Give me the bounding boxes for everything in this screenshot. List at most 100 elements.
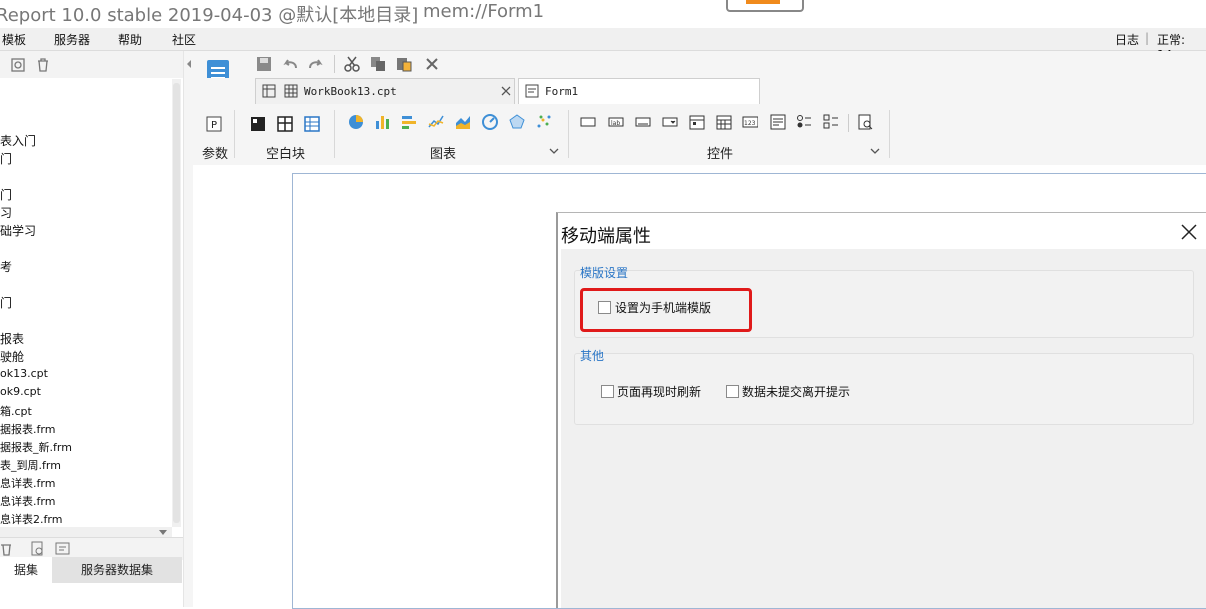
tree-item[interactable]: 习: [0, 204, 12, 221]
menu-template[interactable]: 模板: [2, 31, 26, 48]
button-widget-icon[interactable]: [635, 114, 651, 130]
text-field-icon[interactable]: [580, 114, 596, 130]
radio-group-icon[interactable]: [796, 114, 812, 130]
line-chart-icon[interactable]: [428, 114, 444, 130]
unsaved-warning-label[interactable]: 数据未提交离开提示: [742, 383, 850, 400]
workbook-icon: [284, 84, 298, 98]
title-bar: Report 10.0 stable 2019-04-03 @默认[本地目录] …: [0, 0, 1206, 27]
menu-server[interactable]: 服务器: [54, 31, 90, 48]
main-toolbar: [193, 51, 1206, 78]
tab-close-icon[interactable]: [500, 85, 512, 97]
label-icon[interactable]: lab: [608, 114, 624, 130]
param-group-label: 参数: [202, 147, 229, 162]
dialog-title: 移动端属性: [561, 226, 651, 247]
widget-toolbar: P 参数 空白块 图表 lab 123 控件: [193, 104, 1206, 166]
tree-item[interactable]: 门: [0, 150, 12, 167]
refresh-on-reshow-checkbox[interactable]: [601, 385, 614, 398]
tree-item[interactable]: 息详表2.frm: [0, 511, 62, 527]
collapse-icon[interactable]: [185, 59, 193, 69]
control-group-label: 控件: [707, 147, 734, 162]
document-tabs: WorkBook13.cpt Form1: [193, 78, 1206, 105]
checkbox-group-icon[interactable]: [823, 114, 839, 130]
tree-item[interactable]: 据报表.frm: [0, 421, 55, 437]
menu-bar: 模板 服务器 帮助 社区 日志 | 正常: 14:: [0, 28, 1206, 62]
copy-icon[interactable]: [369, 55, 387, 73]
log-link[interactable]: 日志: [1115, 31, 1139, 48]
window-title: Report 10.0 stable 2019-04-03 @默认[本地目录]: [0, 5, 419, 26]
template-settings-legend: 模版设置: [580, 266, 629, 280]
tree-item[interactable]: 表_到周.frm: [0, 457, 61, 473]
preview-icon[interactable]: [30, 541, 46, 557]
undo-icon[interactable]: [281, 55, 299, 73]
chart-group-label: 图表: [430, 147, 457, 162]
close-icon[interactable]: [1178, 221, 1200, 243]
scatter-chart-icon[interactable]: [536, 114, 552, 130]
tree-item[interactable]: 驶舱: [0, 348, 24, 365]
date-widget-icon[interactable]: [689, 114, 705, 130]
refresh-on-reshow-label[interactable]: 页面再现时刷新: [617, 383, 701, 400]
brand-button[interactable]: [726, 0, 804, 12]
scroll-down-icon[interactable]: [158, 528, 168, 536]
unsaved-warning-checkbox[interactable]: [726, 385, 739, 398]
tree-item[interactable]: 表入门: [0, 132, 36, 149]
save-icon[interactable]: [255, 55, 273, 73]
delete-icon[interactable]: [35, 57, 51, 73]
tree-item[interactable]: 础学习: [0, 222, 36, 239]
tab-template-dataset[interactable]: 据集: [0, 557, 52, 583]
tab-block-icon[interactable]: [277, 116, 293, 132]
blank-group-label: 空白块: [266, 147, 306, 162]
tab-workbook-label: WorkBook13.cpt: [304, 85, 397, 98]
tab-server-dataset[interactable]: 服务器数据集: [52, 557, 182, 583]
form-icon: [525, 84, 539, 98]
document-path: mem://Form1: [423, 1, 545, 22]
tree-item[interactable]: 门: [0, 186, 12, 203]
text-area-icon[interactable]: [770, 114, 786, 130]
tree-item[interactable]: 息详表.frm: [0, 493, 55, 509]
radar-chart-icon[interactable]: [509, 114, 525, 130]
tree-item[interactable]: 报表: [0, 330, 24, 347]
grid-icon: [262, 84, 276, 98]
tab-form-label: Form1: [545, 85, 579, 98]
svg-text:123: 123: [744, 120, 756, 127]
horizontal-scrollbar[interactable]: [0, 527, 172, 537]
settings-icon[interactable]: [10, 57, 26, 73]
highlight-annotation: [580, 288, 752, 332]
svg-text:P: P: [211, 120, 217, 131]
area-chart-icon[interactable]: [455, 114, 471, 130]
search-widget-icon[interactable]: [858, 114, 874, 130]
tab-workbook[interactable]: WorkBook13.cpt: [255, 78, 515, 105]
dropdown-widget-icon[interactable]: [662, 114, 678, 130]
other-settings-legend: 其他: [580, 349, 605, 363]
left-toolbar: [0, 51, 183, 78]
control-expand-icon[interactable]: [870, 147, 880, 155]
cut-icon[interactable]: [343, 55, 361, 73]
pie-chart-icon[interactable]: [348, 114, 364, 130]
edit-dataset-icon[interactable]: [55, 541, 71, 557]
tree-item[interactable]: ok9.cpt: [0, 385, 41, 398]
chart-expand-icon[interactable]: [549, 147, 559, 155]
tree-item[interactable]: 息详表.frm: [0, 475, 55, 491]
menu-community[interactable]: 社区: [172, 31, 196, 48]
svg-text:lab: lab: [611, 120, 620, 127]
report-block-icon[interactable]: [304, 116, 320, 132]
tab-form[interactable]: Form1: [518, 78, 760, 105]
tree-item[interactable]: 箱.cpt: [0, 403, 32, 419]
dataset-tabs: 据集 服务器数据集: [0, 557, 183, 583]
tree-item[interactable]: 考: [0, 258, 12, 275]
tree-item[interactable]: 据报表_新.frm: [0, 439, 72, 455]
bar-chart-icon[interactable]: [374, 114, 390, 130]
redo-icon[interactable]: [307, 55, 325, 73]
delete-icon[interactable]: [0, 541, 14, 557]
horizontal-bar-icon[interactable]: [401, 114, 417, 130]
paste-icon[interactable]: [395, 55, 413, 73]
vertical-scrollbar[interactable]: [172, 79, 181, 527]
calendar-widget-icon[interactable]: [716, 114, 732, 130]
parameter-icon[interactable]: P: [206, 116, 222, 132]
close-icon[interactable]: [423, 55, 441, 73]
absolute-block-icon[interactable]: [250, 116, 266, 132]
number-widget-icon[interactable]: 123: [742, 114, 758, 130]
tree-item[interactable]: 门: [0, 294, 12, 311]
gauge-chart-icon[interactable]: [482, 114, 498, 130]
menu-help[interactable]: 帮助: [118, 31, 142, 48]
tree-item[interactable]: ok13.cpt: [0, 367, 48, 380]
